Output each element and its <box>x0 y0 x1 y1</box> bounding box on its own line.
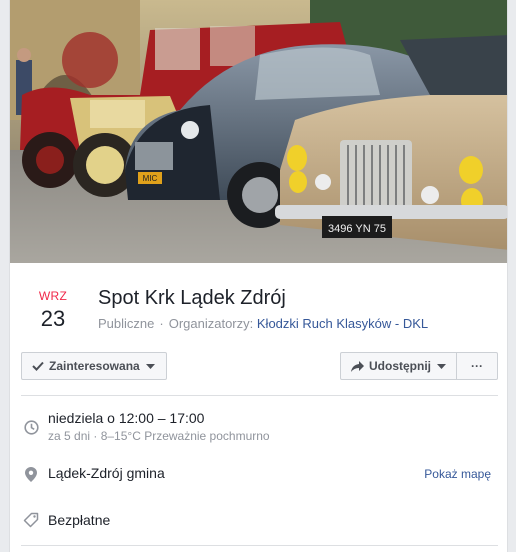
event-location[interactable]: Lądek-Zdrój gmina <box>48 465 165 481</box>
show-map-link[interactable]: Pokaż mapę <box>424 467 491 481</box>
event-price: Bezpłatne <box>48 512 111 528</box>
organizers-label: Organizatorzy: <box>168 316 254 331</box>
clock-icon <box>23 419 39 435</box>
event-time[interactable]: niedziela o 12:00 – 17:00 <box>48 410 204 426</box>
share-label: Udostępnij <box>369 359 431 373</box>
more-options-button[interactable]: ··· <box>456 352 498 380</box>
event-subtitle: Publiczne · Organizatorzy: Kłodzki Ruch Kl… <box>98 316 428 331</box>
organizer-link[interactable]: Kłodzki Ruch Klasyków - DKL <box>257 316 428 331</box>
cover-right-plate: 3496 YN 75 <box>328 223 386 235</box>
divider <box>21 395 498 396</box>
share-arrow-icon <box>351 360 364 372</box>
chevron-down-icon <box>145 363 155 369</box>
subtitle-separator: · <box>159 316 164 331</box>
more-label: ··· <box>471 359 483 373</box>
share-button[interactable]: Udostępnij <box>340 352 457 380</box>
event-month: WRZ <box>38 289 68 303</box>
check-icon <box>32 361 44 371</box>
event-card: MIC 3496 YN 75 WRZ 23 Spot Krk Lądek Zdr… <box>9 0 508 552</box>
event-cover-photo[interactable]: MIC 3496 YN 75 <box>10 0 507 263</box>
event-time-weather: za 5 dni · 8–15°C Przeważnie pochmurno <box>48 429 270 443</box>
event-day: 23 <box>40 306 66 331</box>
event-date-badge: WRZ 23 <box>30 289 76 333</box>
chevron-down-icon <box>437 363 446 369</box>
event-privacy: Publiczne <box>98 316 155 331</box>
map-pin-icon <box>23 466 39 482</box>
event-title: Spot Krk Lądek Zdrój <box>98 287 286 309</box>
divider <box>21 545 498 546</box>
interested-button[interactable]: Zainteresowana <box>21 352 167 380</box>
cover-photo-illustration: MIC 3496 YN 75 <box>10 0 507 263</box>
ticket-tag-icon <box>23 512 39 528</box>
cover-left-plate: MIC <box>143 174 158 183</box>
interested-label: Zainteresowana <box>49 359 140 373</box>
